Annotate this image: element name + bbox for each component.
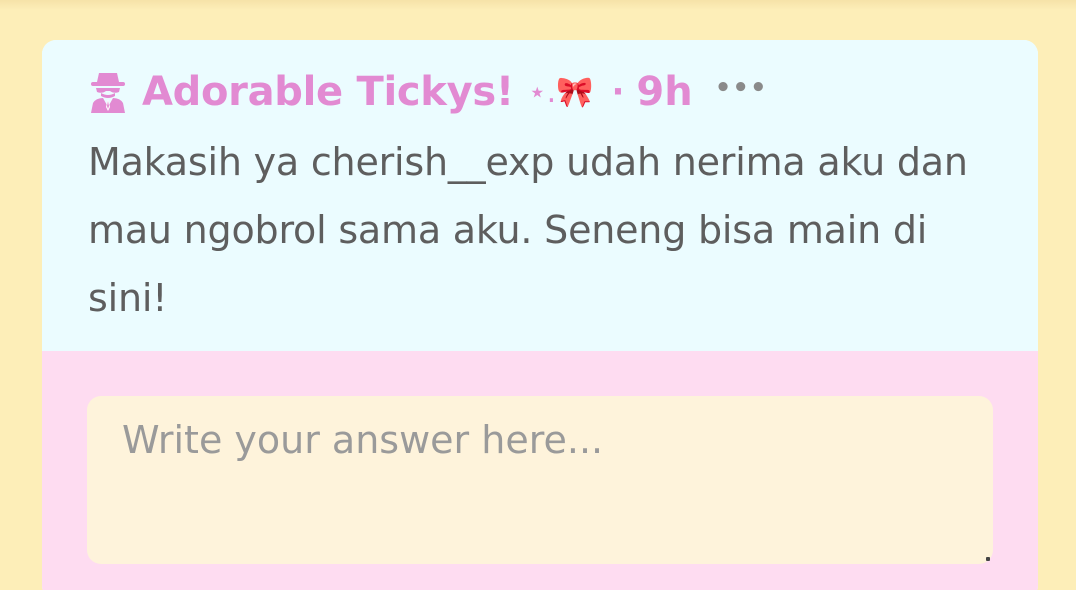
sender-name[interactable]: Adorable Tickys! (142, 69, 514, 115)
message-text: Makasih ya cherish__exp udah nerima aku … (88, 140, 968, 320)
page: Adorable Tickys! ⋆.🎀 · 9h ••• Makasih ya… (0, 0, 1076, 590)
message-section: Adorable Tickys! ⋆.🎀 · 9h ••• Makasih ya… (42, 40, 1038, 351)
resize-grip-icon[interactable] (986, 557, 990, 561)
answer-section (42, 351, 1038, 590)
separator-dot: · (611, 72, 625, 112)
sender-decoration: ⋆.🎀 (527, 74, 594, 110)
answer-input[interactable] (87, 396, 993, 564)
spy-icon (88, 71, 128, 113)
question-card: Adorable Tickys! ⋆.🎀 · 9h ••• Makasih ya… (42, 40, 1038, 590)
message-header: Adorable Tickys! ⋆.🎀 · 9h ••• (88, 64, 768, 120)
more-options-icon[interactable]: ••• (715, 73, 768, 103)
timestamp: 9h (636, 69, 693, 115)
top-shadow (0, 0, 1076, 10)
